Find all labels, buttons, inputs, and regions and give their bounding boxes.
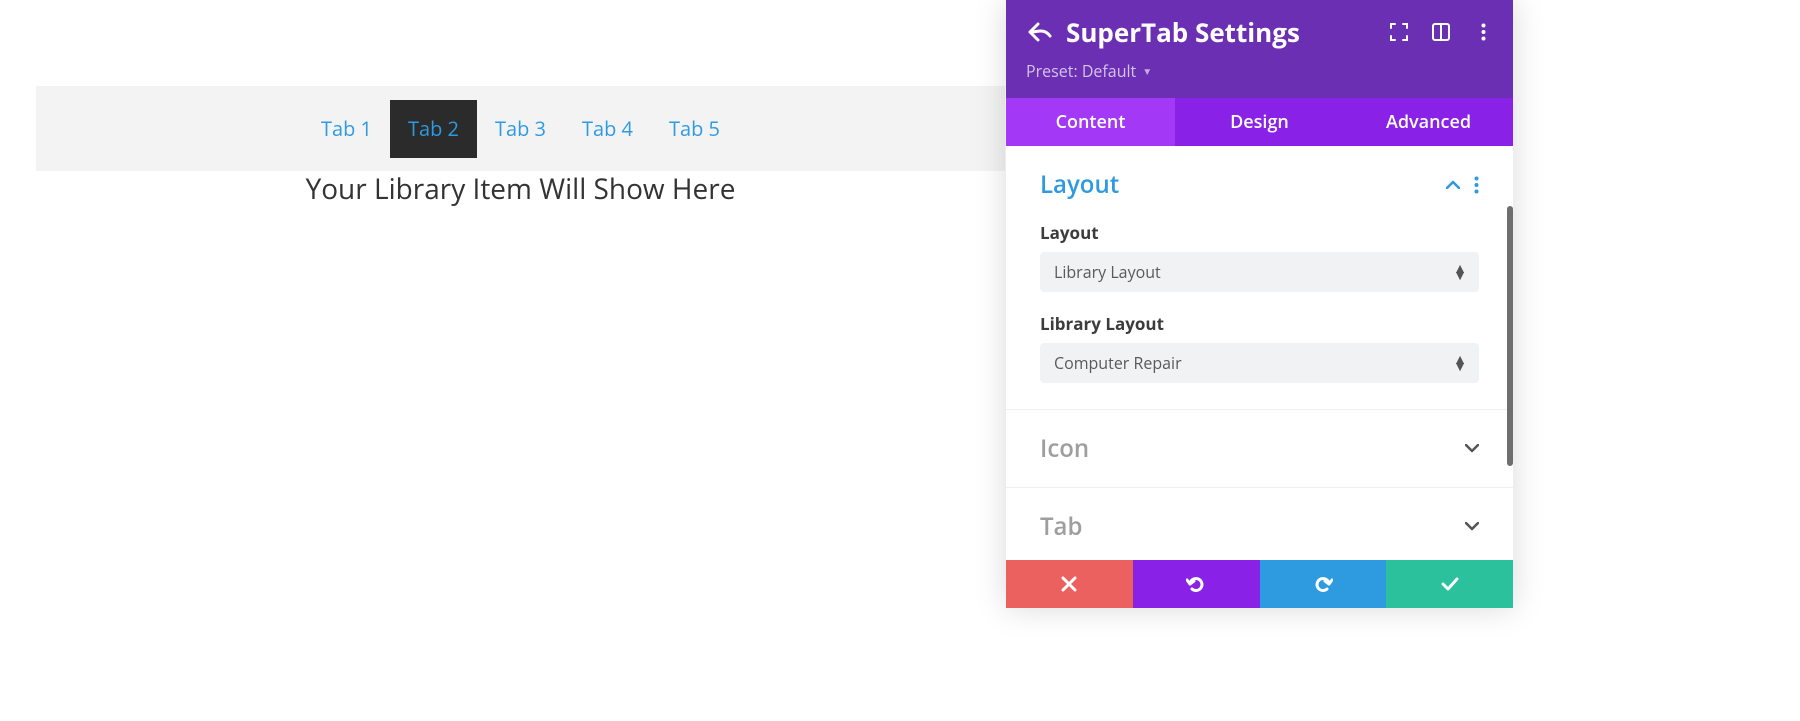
undo-button[interactable] — [1133, 560, 1260, 608]
section-icon-title: Icon — [1040, 432, 1089, 465]
section-layout: Layout Layout Library Layout ▲▼ — [1006, 146, 1513, 410]
chevron-up-icon[interactable] — [1446, 180, 1460, 189]
section-layout-header[interactable]: Layout — [1040, 168, 1479, 201]
preview-tab-5[interactable]: Tab 5 — [651, 100, 738, 158]
field-layout-label: Layout — [1040, 221, 1479, 244]
columns-icon[interactable] — [1431, 22, 1451, 42]
sort-icon: ▲▼ — [1453, 265, 1467, 279]
section-menu-icon[interactable] — [1474, 176, 1479, 194]
menu-icon[interactable] — [1473, 22, 1493, 42]
panel-tab-design[interactable]: Design — [1175, 98, 1344, 146]
section-tab: Tab — [1006, 488, 1513, 560]
select-layout[interactable]: Library Layout ▲▼ — [1040, 252, 1479, 292]
chevron-down-icon[interactable] — [1465, 444, 1479, 453]
section-tab-title: Tab — [1040, 510, 1082, 543]
panel-footer — [1006, 560, 1513, 608]
panel-header: SuperTab Settings Preset: Default ▼ — [1006, 0, 1513, 98]
select-library-layout[interactable]: Computer Repair ▲▼ — [1040, 343, 1479, 383]
field-library-layout: Library Layout Computer Repair ▲▼ — [1040, 312, 1479, 383]
preview-tab-1[interactable]: Tab 1 — [303, 100, 390, 158]
section-icon-header[interactable]: Icon — [1040, 432, 1479, 465]
redo-button[interactable] — [1260, 560, 1387, 608]
panel-tab-content[interactable]: Content — [1006, 98, 1175, 146]
preview-tab-4[interactable]: Tab 4 — [564, 100, 651, 158]
section-layout-title: Layout — [1040, 168, 1119, 201]
preview-tab-2[interactable]: Tab 2 — [390, 100, 477, 158]
preset-selector[interactable]: Preset: Default ▼ — [1026, 60, 1493, 82]
redo-icon — [1313, 575, 1333, 593]
library-placeholder-text: Your Library Item Will Show Here — [36, 170, 1005, 208]
check-icon — [1441, 577, 1459, 591]
expand-icon[interactable] — [1389, 22, 1409, 42]
panel-tabs: Content Design Advanced — [1006, 98, 1513, 146]
preview-tabs: Tab 1 Tab 2 Tab 3 Tab 4 Tab 5 — [303, 100, 738, 158]
scrollbar-thumb[interactable] — [1507, 206, 1513, 466]
section-tab-header[interactable]: Tab — [1040, 510, 1479, 543]
field-layout: Layout Library Layout ▲▼ — [1040, 221, 1479, 292]
caret-down-icon: ▼ — [1142, 64, 1152, 78]
undo-icon — [1186, 575, 1206, 593]
panel-tab-advanced[interactable]: Advanced — [1344, 98, 1513, 146]
panel-title: SuperTab Settings — [1066, 14, 1389, 50]
preview-tab-3[interactable]: Tab 3 — [477, 100, 564, 158]
select-layout-value: Library Layout — [1054, 261, 1161, 283]
panel-body: Layout Layout Library Layout ▲▼ — [1006, 146, 1513, 560]
preview-tabbar: Tab 1 Tab 2 Tab 3 Tab 4 Tab 5 — [36, 86, 1005, 171]
save-button[interactable] — [1386, 560, 1513, 608]
back-arrow-icon[interactable] — [1026, 18, 1054, 46]
settings-panel: SuperTab Settings Preset: Default ▼ Cont… — [1006, 0, 1513, 608]
sort-icon: ▲▼ — [1453, 356, 1467, 370]
select-library-layout-value: Computer Repair — [1054, 352, 1182, 374]
close-icon — [1061, 576, 1077, 592]
cancel-button[interactable] — [1006, 560, 1133, 608]
chevron-down-icon[interactable] — [1465, 522, 1479, 531]
field-library-layout-label: Library Layout — [1040, 312, 1479, 335]
section-icon: Icon — [1006, 410, 1513, 488]
preview-area: Tab 1 Tab 2 Tab 3 Tab 4 Tab 5 Your Libra… — [0, 0, 1005, 721]
preset-label: Preset: Default — [1026, 60, 1136, 82]
